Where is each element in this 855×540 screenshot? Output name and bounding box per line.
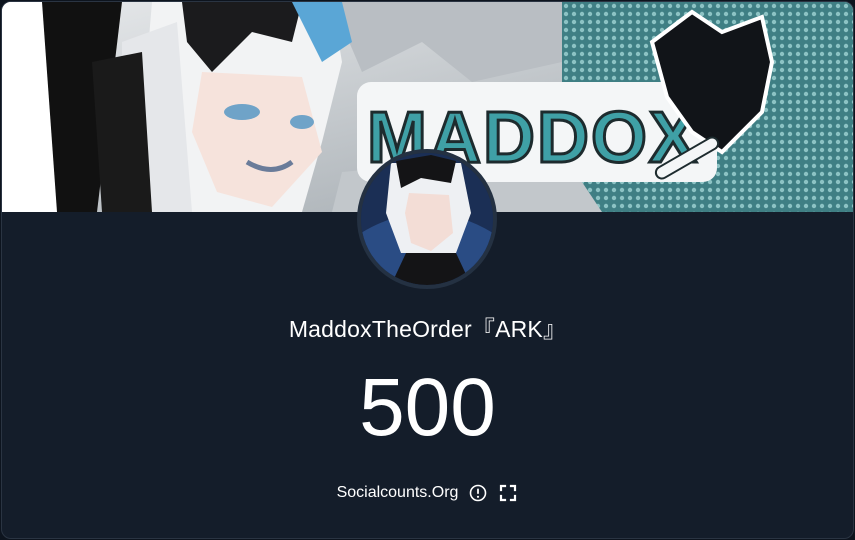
counter-card: MADDOX MaddoxTheOrder『ARK』 500 Socialcou… [1,1,854,539]
footer: Socialcounts.Org [2,480,853,506]
info-circle-icon[interactable] [468,483,488,503]
socialcounts-link[interactable]: Socialcounts.Org [337,484,459,502]
channel-name: MaddoxTheOrder『ARK』 [288,316,567,342]
fullscreen-icon[interactable] [498,483,518,503]
subscriber-count: 500 [359,362,496,453]
avatar [357,149,497,289]
